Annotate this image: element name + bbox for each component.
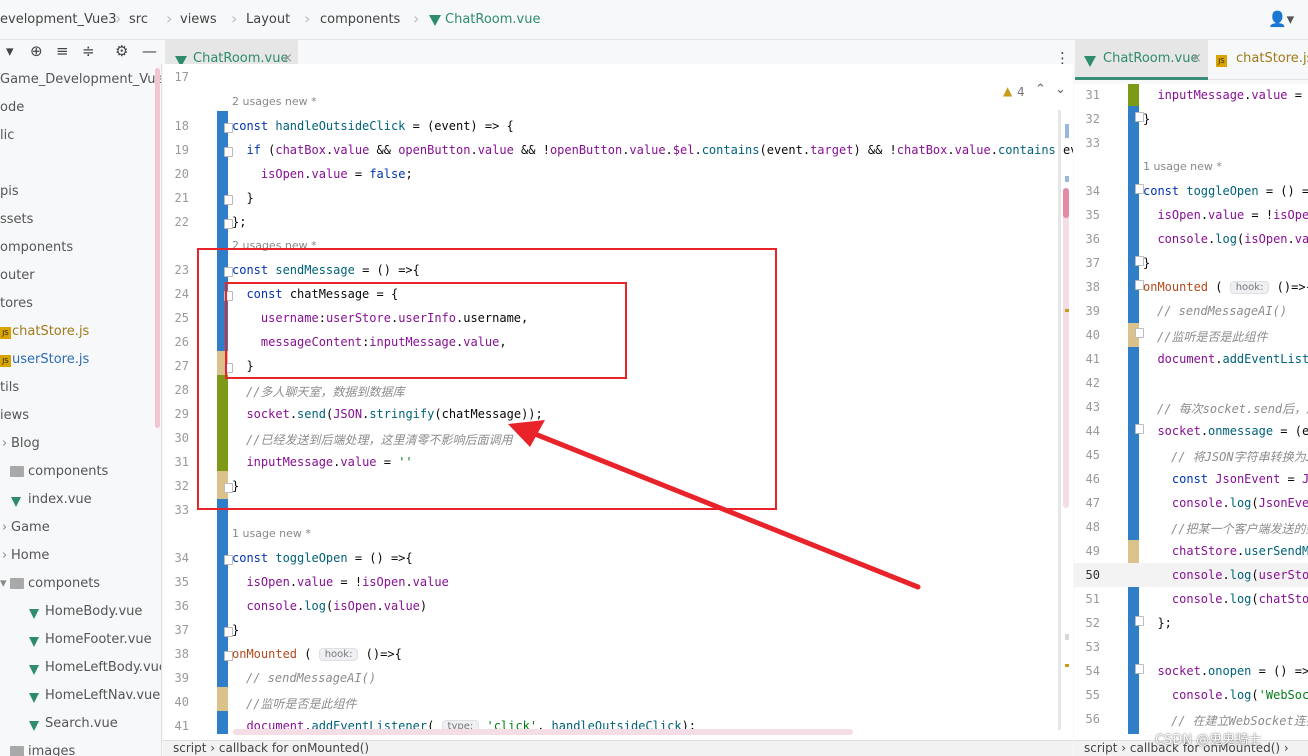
inner-highlight-box [225,282,627,379]
annotation-overlay [197,248,921,590]
ide-window: evelopment_Vue3 › src › views › Layout ›… [0,0,1308,756]
